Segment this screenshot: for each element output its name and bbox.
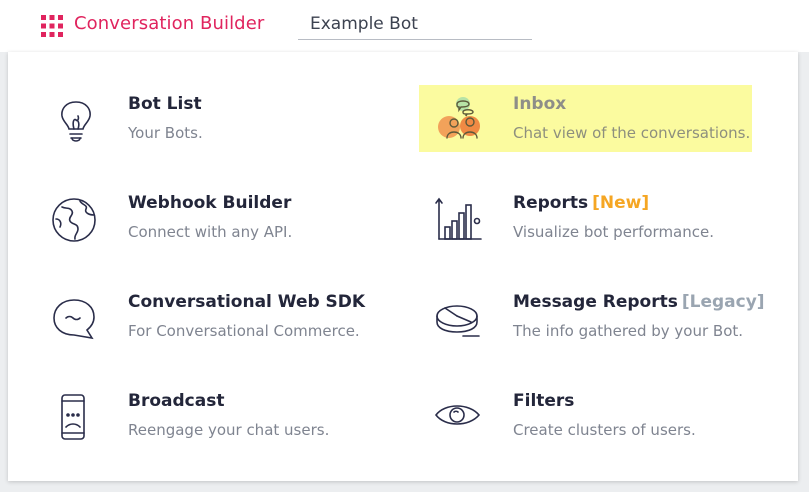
- webhook-builder-desc: Connect with any API.: [128, 223, 293, 241]
- reports-desc: Visualize bot performance.: [513, 223, 714, 241]
- message-reports-desc: The info gathered by your Bot.: [513, 322, 744, 340]
- menu-item-webhook-builder[interactable]: Webhook Builder Connect with any API.: [48, 193, 388, 257]
- bot-list-title: Bot List: [128, 94, 202, 114]
- bot-list-desc: Your Bots.: [128, 124, 203, 142]
- globe-icon: [48, 195, 104, 247]
- inbox-title: Inbox: [513, 94, 567, 114]
- menu-item-bot-list[interactable]: Bot List Your Bots.: [48, 94, 388, 158]
- pie-chart-icon: [433, 294, 489, 346]
- menu-item-web-sdk[interactable]: Conversational Web SDK For Conversationa…: [48, 292, 388, 356]
- lightbulb-icon: [48, 96, 104, 148]
- reports-label: Reports: [513, 193, 589, 213]
- broadcast-title: Broadcast: [128, 391, 225, 411]
- menu-item-filters[interactable]: Filters Create clusters of users.: [433, 391, 773, 455]
- top-bar: Conversation Builder: [0, 0, 809, 52]
- filters-title: Filters: [513, 391, 575, 411]
- web-sdk-desc: For Conversational Commerce.: [128, 322, 360, 340]
- apps-grid-icon[interactable]: [41, 15, 63, 37]
- menu-item-reports[interactable]: Reports [New] Visualize bot performance.: [433, 193, 773, 257]
- menu-item-broadcast[interactable]: Broadcast Reengage your chat users.: [48, 391, 388, 455]
- bar-chart-icon: [433, 195, 489, 247]
- chat-bubble-icon: [48, 294, 104, 346]
- filters-desc: Create clusters of users.: [513, 421, 696, 439]
- eye-icon: [433, 393, 489, 445]
- webhook-builder-title: Webhook Builder: [128, 193, 292, 213]
- legacy-badge: [Legacy]: [681, 292, 765, 312]
- app-title[interactable]: Conversation Builder: [74, 13, 264, 34]
- web-sdk-title: Conversational Web SDK: [128, 292, 366, 312]
- menu-panel: Bot List Your Bots. Inbox Chat view of t…: [8, 52, 798, 481]
- reports-title: Reports [New]: [513, 193, 649, 213]
- bot-name-input[interactable]: [298, 8, 532, 40]
- message-reports-title: Message Reports [Legacy]: [513, 292, 765, 312]
- broadcast-desc: Reengage your chat users.: [128, 421, 330, 439]
- phone-icon: [48, 393, 104, 445]
- message-reports-label: Message Reports: [513, 292, 678, 312]
- inbox-desc: Chat view of the conversations.: [513, 124, 751, 142]
- users-chat-icon: [433, 96, 489, 148]
- menu-item-inbox[interactable]: Inbox Chat view of the conversations.: [433, 94, 773, 158]
- menu-item-message-reports[interactable]: Message Reports [Legacy] The info gathere…: [433, 292, 773, 356]
- new-badge: [New]: [592, 193, 650, 213]
